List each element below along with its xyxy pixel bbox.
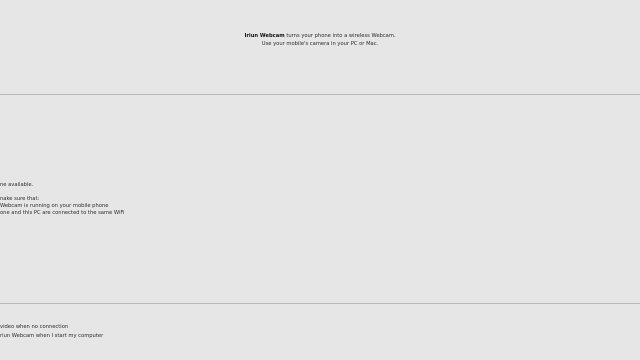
status-section: ne available. nake sure that: Webcam is … [0,95,640,303]
intro-section: Iriun Webcam turns your phone into a wir… [0,0,640,93]
status-heading: ne available. [0,182,34,188]
app-name: Iriun Webcam [244,33,285,39]
option-start-on-boot[interactable]: riun Webcam when I start my computer [0,333,103,340]
app-window: Iriun Webcam turns your phone into a wir… [0,0,640,360]
status-check-item-1: Webcam is running on your mobile phone [0,203,109,209]
status-check-intro: nake sure that: [0,196,40,202]
status-check-item-2: one and this PC are connected to the sam… [0,210,125,216]
options-section: video when no connection riun Webcam whe… [0,304,640,360]
intro-line-2: Use your mobile's camera in your PC or M… [261,40,379,47]
intro-line-1-rest: turns your phone into a wireless Webcam. [286,33,396,39]
intro-line-1: Iriun Webcam turns your phone into a wir… [0,33,640,41]
option-show-video-no-connection[interactable]: video when no connection [0,324,68,331]
intro-text: Iriun Webcam turns your phone into a wir… [0,33,640,48]
